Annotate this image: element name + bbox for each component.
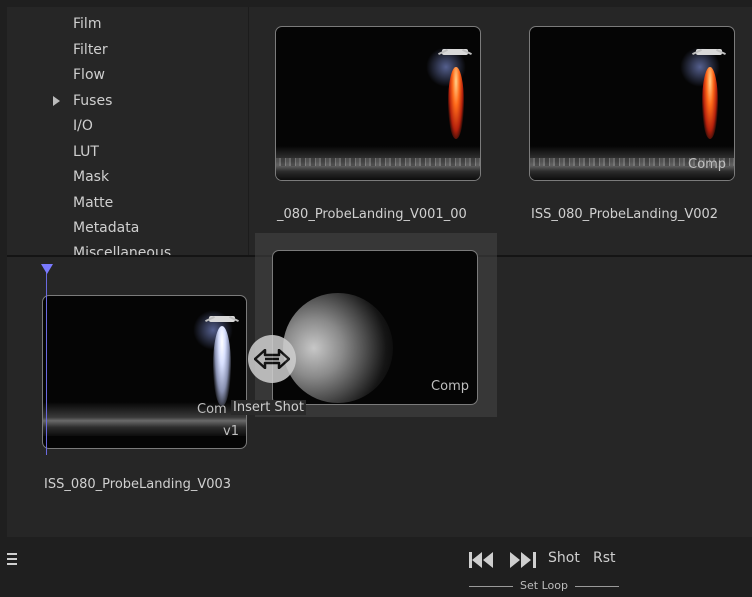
bin-clip-label: ISS_080_ProbeLanding_V002 <box>531 207 719 222</box>
clip-version-badge: v1 <box>223 424 239 439</box>
tree-item-filter[interactable]: Filter <box>73 40 108 60</box>
timeline-clip-thumbnail[interactable]: Com v1 <box>42 295 247 449</box>
dragged-clip-thumbnail[interactable]: Comp <box>272 250 478 405</box>
swap-arrows-icon <box>254 349 290 369</box>
tree-item-fuses[interactable]: Fuses <box>53 91 113 111</box>
tree-item-lut[interactable]: LUT <box>73 142 99 162</box>
tree-item-label: I/O <box>73 118 93 134</box>
clip-type-badge: Comp <box>688 157 726 172</box>
tree-item-flow[interactable]: Flow <box>73 65 105 85</box>
tree-item-miscellaneous[interactable]: Miscellaneous <box>73 243 171 255</box>
thumbnail-image <box>283 293 393 403</box>
tree-item-metadata[interactable]: Metadata <box>73 218 139 238</box>
clip-type-badge: Comp <box>431 379 469 394</box>
thumbnail-image <box>688 47 728 61</box>
tree-item-io[interactable]: I/O <box>73 116 93 136</box>
thumbnail-image <box>276 158 480 166</box>
skip-back-icon[interactable] <box>469 551 495 569</box>
insert-handle[interactable] <box>248 335 296 383</box>
set-loop-label[interactable]: Set Loop <box>469 579 619 593</box>
thumbnail-image <box>201 314 241 328</box>
menu-icon[interactable] <box>7 552 17 566</box>
tree-item-label: Matte <box>73 195 114 211</box>
reset-button[interactable]: Rst <box>593 550 616 566</box>
thumbnail-image <box>702 67 718 139</box>
thumbnail-image <box>213 326 231 406</box>
thumbnail-image <box>434 47 474 61</box>
bottom-toolbar: Shot Rst Set Loop <box>7 537 752 597</box>
timeline-clip-label: ISS_080_ProbeLanding_V003 <box>44 477 232 492</box>
playhead-line[interactable] <box>46 271 47 455</box>
tree-item-label: LUT <box>73 144 99 160</box>
tree-item-label: Flow <box>73 67 105 83</box>
bin-tree: Film Filter Flow Fuses I/O LUT Mask Matt… <box>7 7 249 255</box>
tree-item-label: Metadata <box>73 220 140 236</box>
tree-item-label: Mask <box>73 169 110 185</box>
tree-item-matte[interactable]: Matte <box>73 193 113 213</box>
tree-item-label: Miscellaneous <box>73 245 172 255</box>
insert-shot-tooltip: Insert Shot <box>231 400 306 415</box>
skip-forward-icon[interactable] <box>509 551 537 569</box>
tree-item-label: Filter <box>73 42 108 58</box>
shot-button[interactable]: Shot <box>548 550 580 566</box>
tree-item-label: Film <box>73 16 102 32</box>
clip-type-badge: Com <box>197 402 227 417</box>
tree-item-label: Fuses <box>73 93 113 109</box>
bin-clip-label: _080_ProbeLanding_V001_00 <box>277 207 467 222</box>
bin-clip-grid: _080_ProbeLanding_V001_00 Comp ISS_080_P… <box>249 7 752 255</box>
tree-item-film[interactable]: Film <box>73 14 101 34</box>
tree-item-mask[interactable]: Mask <box>73 167 109 187</box>
playhead-icon[interactable] <box>41 264 53 274</box>
expand-arrow-icon[interactable] <box>53 96 60 106</box>
thumbnail-image <box>448 67 464 139</box>
bin-clip-thumbnail[interactable] <box>275 26 481 181</box>
storyboard-window: Film Filter Flow Fuses I/O LUT Mask Matt… <box>7 7 752 597</box>
bin-clip-thumbnail[interactable]: Comp <box>529 26 735 181</box>
dragged-clip[interactable]: Comp <box>255 233 497 417</box>
